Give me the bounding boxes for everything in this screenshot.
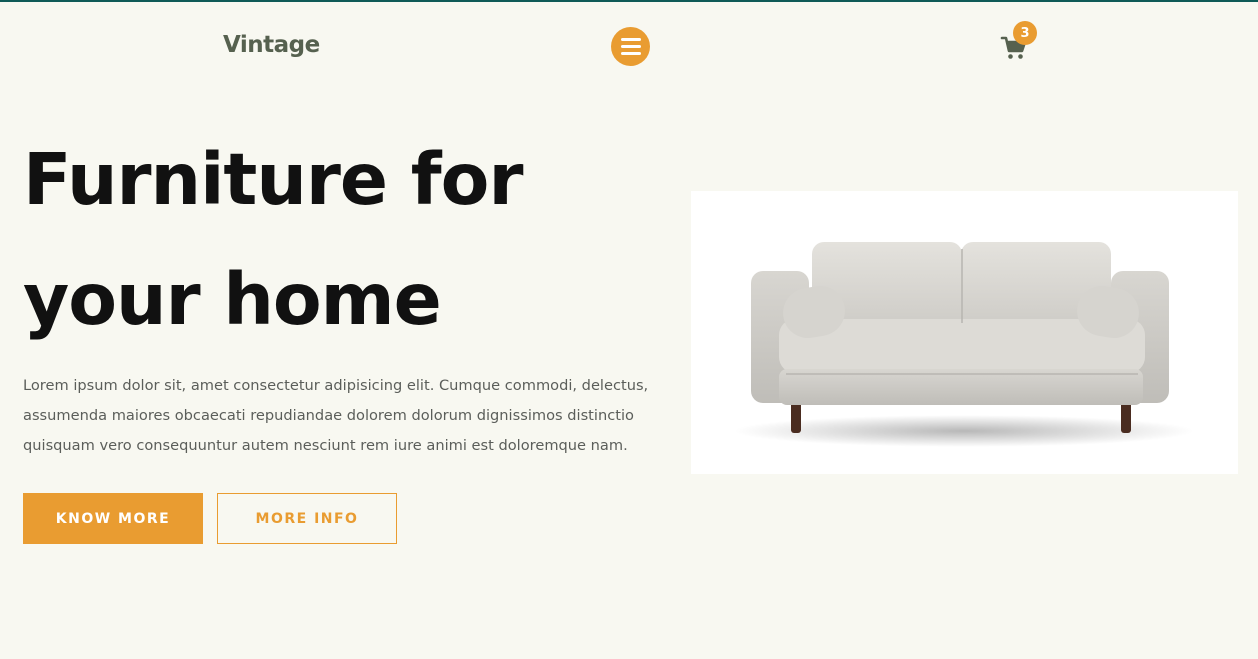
sofa-image — [691, 191, 1238, 474]
hamburger-menu-icon — [620, 38, 641, 41]
cart-count-badge: 3 — [1013, 21, 1037, 45]
more-info-button[interactable]: MORE INFO — [217, 493, 397, 544]
know-more-button[interactable]: KNOW MORE — [23, 493, 203, 544]
hero-title: Furniture for your home — [23, 138, 523, 341]
menu-button[interactable] — [611, 27, 650, 66]
cart-button[interactable]: 3 — [1000, 21, 1037, 62]
brand-logo[interactable]: Vintage — [223, 32, 320, 58]
hero-description: Lorem ipsum dolor sit, amet consectetur … — [23, 377, 649, 454]
